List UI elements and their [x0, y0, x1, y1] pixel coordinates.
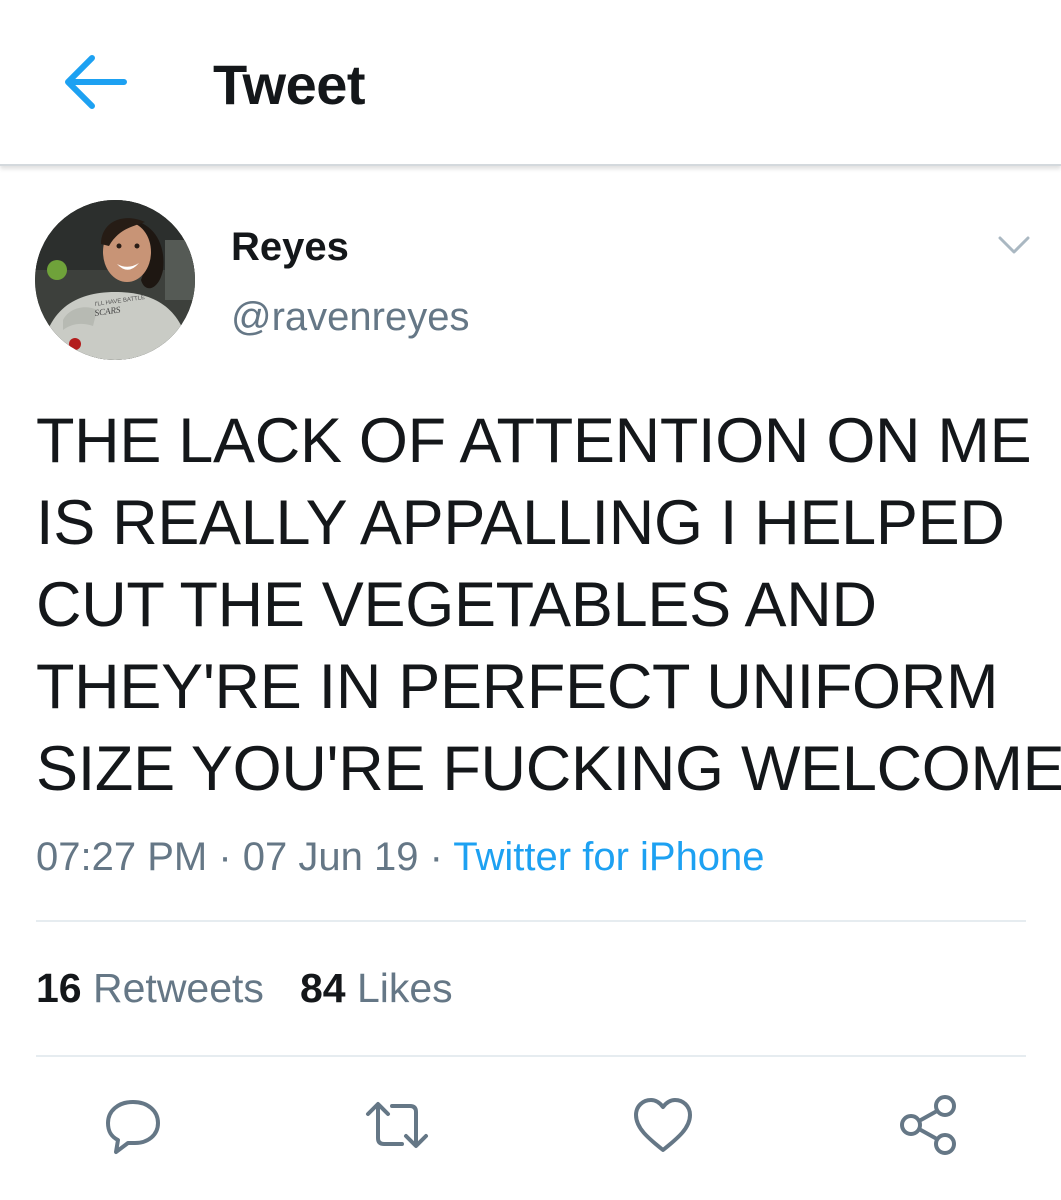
top-bar: Tweet	[0, 0, 1061, 166]
chevron-down-icon	[998, 236, 1030, 254]
page-title: Tweet	[213, 53, 366, 116]
tweet-stats: 16 Retweets 84 Likes	[36, 965, 453, 1012]
like-icon	[634, 1098, 692, 1152]
tweet-date: 07 Jun 19	[242, 835, 419, 879]
separator: ·	[418, 835, 454, 879]
likes-label: Likes	[356, 965, 453, 1011]
share-button[interactable]	[893, 1090, 963, 1160]
author-handle[interactable]: @ravenreyes	[231, 295, 469, 340]
retweets-count: 16	[36, 965, 82, 1011]
tweet-text-line: THE LACK OF ATTENTION ON ME	[36, 406, 1032, 476]
like-button[interactable]	[628, 1090, 698, 1160]
tweet-menu-button[interactable]	[994, 230, 1034, 260]
tweet-source-link[interactable]: Twitter for iPhone	[453, 835, 764, 879]
author-name[interactable]: Reyes	[231, 225, 349, 270]
retweets-label: Retweets	[93, 965, 264, 1011]
reply-button[interactable]	[98, 1090, 168, 1160]
tweet-text-line: SIZE YOU'RE FUCKING WELCOME	[36, 734, 1061, 804]
avatar[interactable]: I'LL HAVE BATTLE SCARS	[35, 200, 195, 360]
tweet-metadata: 07:27 PM · 07 Jun 19 · Twitter for iPhon…	[36, 835, 765, 880]
back-button[interactable]	[58, 50, 130, 114]
tweet-time: 07:27 PM	[36, 835, 208, 879]
reply-icon	[106, 1100, 160, 1154]
likes-count: 84	[299, 965, 346, 1011]
retweet-button[interactable]	[362, 1090, 432, 1160]
share-icon	[900, 1095, 956, 1155]
retweet-icon	[366, 1102, 428, 1148]
tweet-text-line: CUT THE VEGETABLES AND	[36, 570, 877, 640]
separator: ·	[207, 835, 243, 879]
likes-stat[interactable]: 84 Likes	[300, 965, 453, 1011]
tweet-text-line: IS REALLY APPALLING I HELPED	[36, 488, 1005, 558]
divider	[36, 920, 1026, 922]
tweet-text: THE LACK OF ATTENTION ON ME IS REALLY AP…	[36, 400, 1061, 810]
arrow-left-icon	[65, 55, 127, 109]
tweet-text-line: THEY'RE IN PERFECT UNIFORM	[36, 652, 999, 722]
retweets-stat[interactable]: 16 Retweets	[36, 965, 264, 1011]
divider	[36, 1055, 1026, 1057]
